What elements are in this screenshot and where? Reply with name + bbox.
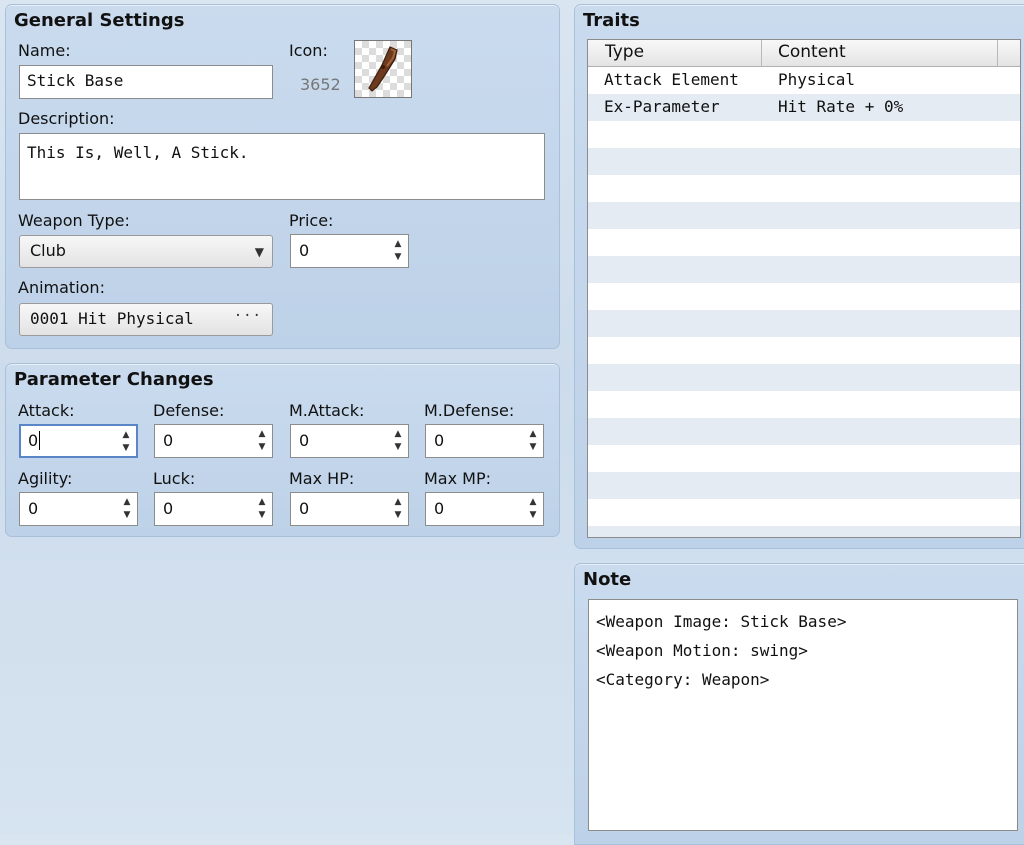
column-header-type[interactable]: Type — [605, 42, 644, 62]
traits-table[interactable]: Type Content Attack Element Physical Ex-… — [587, 39, 1021, 538]
club-weapon-icon — [368, 46, 398, 92]
price-label: Price: — [289, 211, 334, 230]
maxhp-label: Max HP: — [289, 469, 355, 488]
mattack-label: M.Attack: — [289, 401, 365, 420]
maxmp-value: 0 — [434, 499, 445, 518]
agility-label: Agility: — [18, 469, 73, 488]
defense-stepper[interactable]: 0 ▲ ▼ — [154, 424, 273, 458]
agility-value: 0 — [28, 499, 39, 518]
note-line: <Category: Weapon> — [596, 670, 770, 689]
weapon-type-select[interactable]: Club ▼ — [19, 235, 273, 268]
price-value: 0 — [299, 241, 310, 260]
maxhp-stepper[interactable]: 0 ▲ ▼ — [290, 492, 409, 526]
mattack-stepper[interactable]: 0 ▲ ▼ — [290, 424, 409, 458]
table-row[interactable] — [588, 148, 1020, 175]
description-label: Description: — [18, 109, 115, 128]
table-row[interactable] — [588, 202, 1020, 229]
attack-label: Attack: — [18, 401, 75, 420]
icon-picker[interactable] — [354, 40, 412, 98]
spin-arrows-icon[interactable]: ▲ ▼ — [121, 496, 133, 522]
mdefense-label: M.Defense: — [424, 401, 515, 420]
defense-label: Defense: — [153, 401, 225, 420]
table-row[interactable] — [588, 472, 1020, 499]
maxmp-label: Max MP: — [424, 469, 492, 488]
spin-arrows-icon[interactable]: ▲ ▼ — [392, 496, 404, 522]
name-field[interactable]: Stick Base — [19, 65, 273, 99]
ellipsis-icon: ··· — [233, 308, 262, 324]
icon-index: 3652 — [300, 75, 341, 94]
traits-title: Traits — [583, 10, 640, 31]
table-row[interactable] — [588, 256, 1020, 283]
table-row[interactable] — [588, 229, 1020, 256]
parameter-changes-title: Parameter Changes — [14, 369, 214, 390]
table-row[interactable] — [588, 175, 1020, 202]
note-textarea[interactable]: <Weapon Image: Stick Base> <Weapon Motio… — [588, 599, 1018, 831]
table-row[interactable] — [588, 283, 1020, 310]
note-line: <Weapon Motion: swing> — [596, 641, 808, 660]
trait-type: Attack Element — [604, 70, 739, 89]
spin-arrows-icon[interactable]: ▲ ▼ — [527, 428, 539, 454]
trait-content: Physical — [778, 70, 856, 89]
column-header-content[interactable]: Content — [778, 42, 846, 62]
traits-table-header: Type Content — [588, 40, 1020, 67]
table-row[interactable] — [588, 364, 1020, 391]
attack-value: 0 — [28, 431, 39, 450]
animation-picker[interactable]: 0001 Hit Physical ··· — [19, 303, 273, 336]
trait-content: Hit Rate + 0% — [778, 97, 904, 116]
defense-value: 0 — [163, 431, 174, 450]
price-stepper[interactable]: 0 ▲ ▼ — [290, 234, 409, 268]
note-line: <Weapon Image: Stick Base> — [596, 612, 847, 631]
column-divider — [997, 40, 998, 66]
table-row[interactable] — [588, 526, 1020, 537]
description-field[interactable]: This Is, Well, A Stick. — [19, 133, 545, 200]
mattack-value: 0 — [299, 431, 310, 450]
chevron-down-icon: ▼ — [254, 245, 264, 259]
general-settings-title: General Settings — [14, 10, 185, 31]
weapon-type-value: Club — [30, 241, 66, 260]
spin-arrows-icon[interactable]: ▲ ▼ — [527, 496, 539, 522]
luck-value: 0 — [163, 499, 174, 518]
animation-label: Animation: — [18, 278, 105, 297]
column-divider — [761, 40, 762, 66]
agility-stepper[interactable]: 0 ▲ ▼ — [19, 492, 138, 526]
spin-arrows-icon[interactable]: ▲ ▼ — [392, 428, 404, 454]
attack-stepper[interactable]: 0 ▲ ▼ — [19, 424, 138, 458]
name-label: Name: — [18, 41, 71, 60]
spin-arrows-icon[interactable]: ▲ ▼ — [120, 429, 132, 455]
maxmp-stepper[interactable]: 0 ▲ ▼ — [425, 492, 544, 526]
weapon-type-label: Weapon Type: — [18, 211, 130, 230]
traits-rows: Attack Element Physical Ex-Parameter Hit… — [588, 67, 1020, 537]
table-row[interactable] — [588, 445, 1020, 472]
luck-stepper[interactable]: 0 ▲ ▼ — [154, 492, 273, 526]
table-row[interactable] — [588, 121, 1020, 148]
table-row[interactable]: Ex-Parameter Hit Rate + 0% — [588, 94, 1020, 121]
table-row[interactable] — [588, 499, 1020, 526]
spin-arrows-icon[interactable]: ▲ ▼ — [256, 496, 268, 522]
spin-arrows-icon[interactable]: ▲ ▼ — [256, 428, 268, 454]
table-row[interactable]: Attack Element Physical — [588, 67, 1020, 94]
icon-label: Icon: — [289, 41, 328, 60]
table-row[interactable] — [588, 337, 1020, 364]
trait-type: Ex-Parameter — [604, 97, 720, 116]
animation-value: 0001 Hit Physical — [30, 309, 194, 328]
mdefense-value: 0 — [434, 431, 445, 450]
table-row[interactable] — [588, 391, 1020, 418]
table-row[interactable] — [588, 418, 1020, 445]
luck-label: Luck: — [153, 469, 196, 488]
mdefense-stepper[interactable]: 0 ▲ ▼ — [425, 424, 544, 458]
maxhp-value: 0 — [299, 499, 310, 518]
spin-arrows-icon[interactable]: ▲ ▼ — [392, 238, 404, 264]
table-row[interactable] — [588, 310, 1020, 337]
note-title: Note — [583, 569, 632, 590]
